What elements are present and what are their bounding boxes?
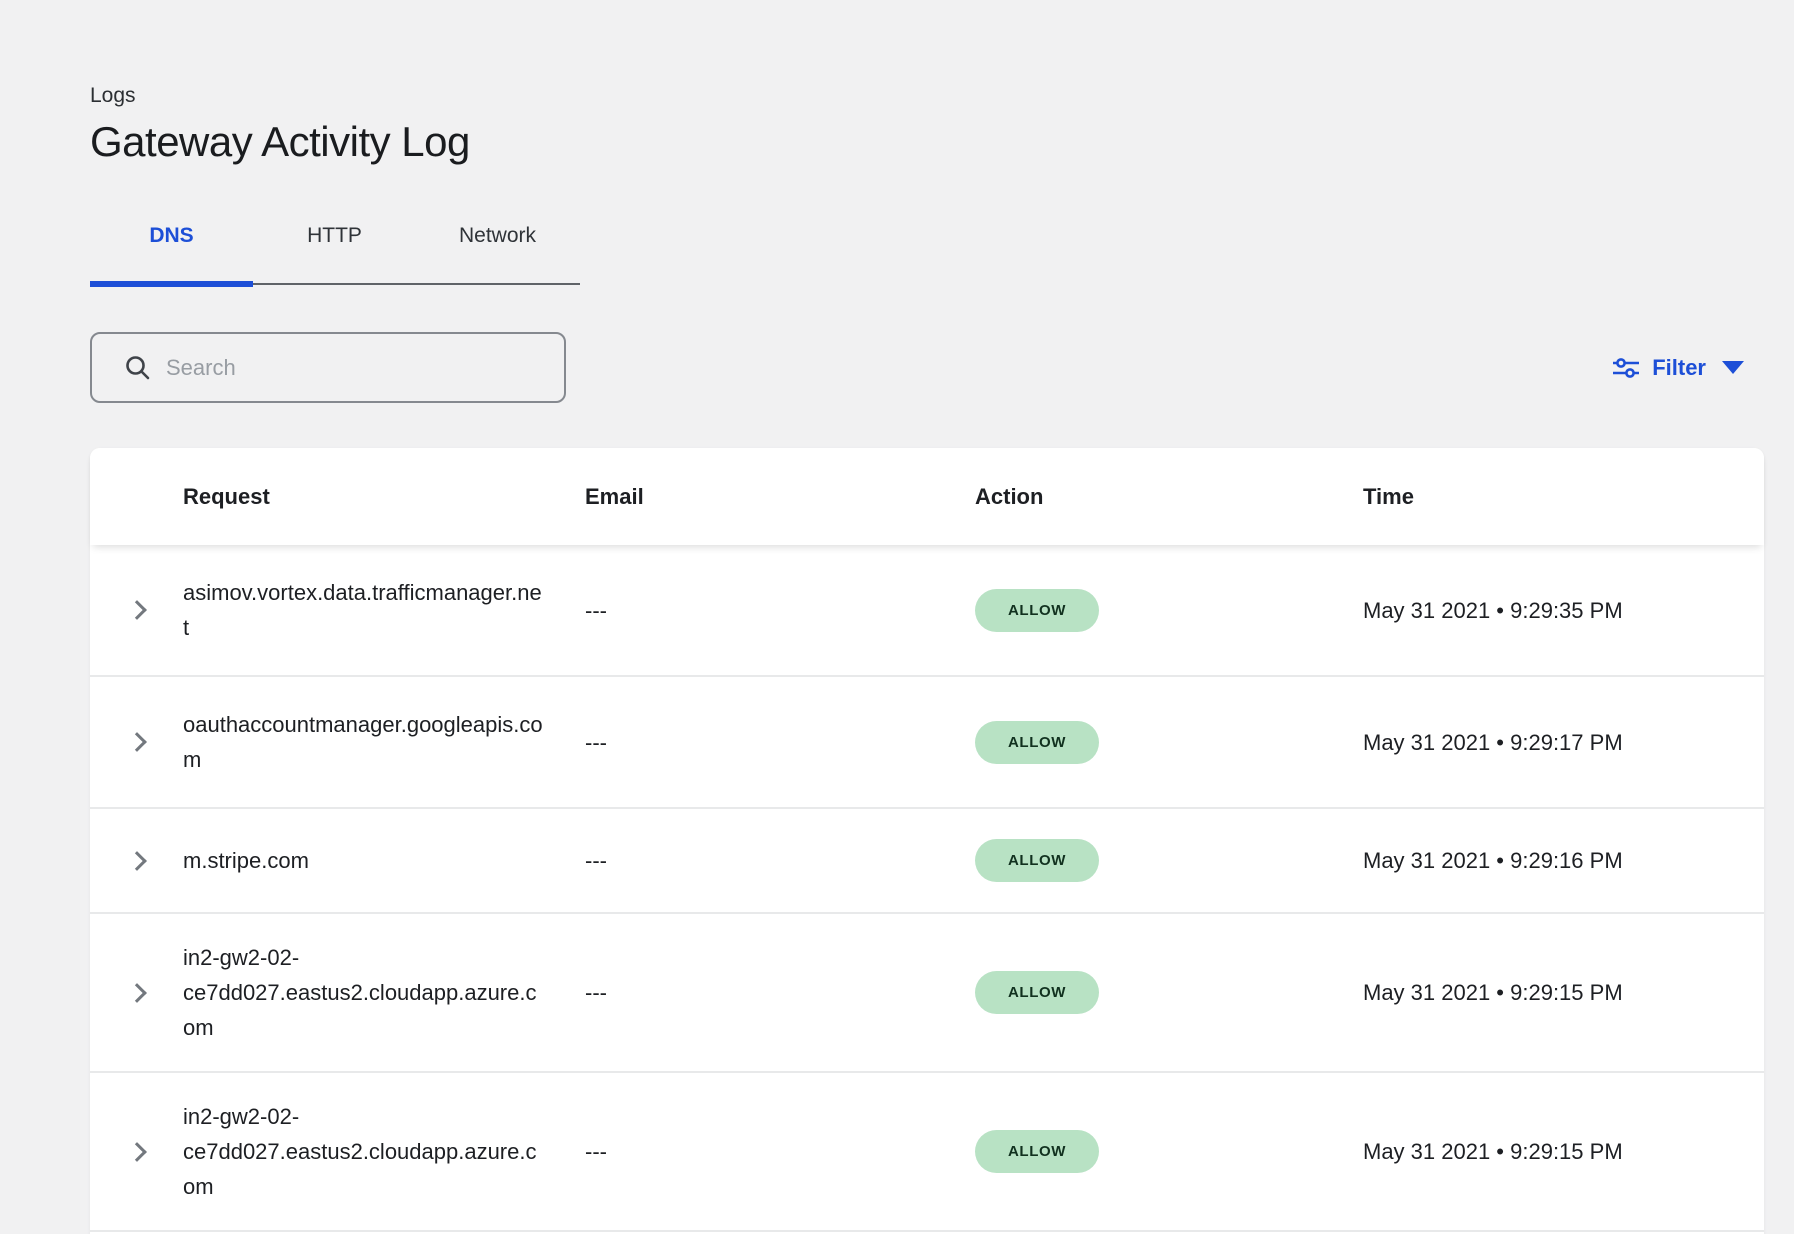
chevron-right-icon[interactable] [127,1142,147,1162]
action-cell: ALLOW [975,589,1363,632]
chevron-right-icon[interactable] [127,600,147,620]
email-cell: --- [585,1134,975,1169]
table-header: Request Email Action Time [90,448,1764,545]
expand-cell [90,986,183,1000]
request-domain: m.stripe.com [183,843,309,878]
caret-down-icon [1722,361,1744,374]
expand-cell [90,854,183,868]
email-cell: --- [585,593,975,628]
table-row[interactable]: in2-gw2-02-ce7dd027.eastus2.cloudapp.azu… [90,1073,1764,1232]
column-header-action: Action [975,479,1363,514]
tab-http-label: HTTP [307,224,362,248]
email-value: --- [585,1139,607,1164]
request-domain: asimov.vortex.data.trafficmanager.net [183,575,543,645]
time-cell: May 31 2021 • 9:29:35 PM [1363,593,1764,628]
tab-dns-label: DNS [149,224,193,248]
tab-network[interactable]: Network [416,188,579,283]
time-cell: May 31 2021 • 9:29:15 PM [1363,975,1764,1010]
chevron-right-icon[interactable] [127,851,147,871]
filter-label: Filter [1652,355,1706,381]
tab-network-label: Network [459,224,536,248]
email-cell: --- [585,725,975,760]
expand-cell [90,735,183,749]
request-cell: asimov.vortex.data.trafficmanager.net [183,575,585,645]
action-badge: ALLOW [975,721,1099,764]
search-box[interactable] [90,332,566,403]
expand-cell [90,603,183,617]
request-cell: in2-gw2-02-ce7dd027.eastus2.cloudapp.azu… [183,1099,585,1204]
time-cell: May 31 2021 • 9:29:17 PM [1363,725,1764,760]
time-value: May 31 2021 • 9:29:16 PM [1363,848,1623,873]
request-domain: in2-gw2-02-ce7dd027.eastus2.cloudapp.azu… [183,1099,543,1204]
table-row[interactable]: oauthaccountmanager.googleapis.com --- A… [90,677,1764,809]
email-value: --- [585,848,607,873]
expand-cell [90,1145,183,1159]
action-cell: ALLOW [975,721,1363,764]
tab-http[interactable]: HTTP [253,188,416,283]
column-header-time: Time [1363,479,1764,514]
action-badge: ALLOW [975,971,1099,1014]
email-value: --- [585,980,607,1005]
search-icon [124,354,152,382]
activity-table: Request Email Action Time asimov.vortex.… [90,448,1764,1234]
email-value: --- [585,598,607,623]
email-cell: --- [585,843,975,878]
table-row[interactable]: in2-gw2-02-ce7dd027.eastus2.cloudapp.azu… [90,914,1764,1073]
request-domain: in2-gw2-02-ce7dd027.eastus2.cloudapp.azu… [183,940,543,1045]
time-value: May 31 2021 • 9:29:15 PM [1363,980,1623,1005]
action-badge: ALLOW [975,1130,1099,1173]
sliders-icon [1612,355,1640,381]
time-cell: May 31 2021 • 9:29:16 PM [1363,843,1764,878]
time-value: May 31 2021 • 9:29:35 PM [1363,598,1623,623]
email-cell: --- [585,975,975,1010]
table-row[interactable]: m.stripe.com --- ALLOW May 31 2021 • 9:2… [90,809,1764,914]
action-cell: ALLOW [975,971,1363,1014]
action-cell: ALLOW [975,1130,1363,1173]
tab-dns[interactable]: DNS [90,188,253,283]
time-value: May 31 2021 • 9:29:17 PM [1363,730,1623,755]
tab-bar: DNS HTTP Network [90,188,580,285]
time-cell: May 31 2021 • 9:29:15 PM [1363,1134,1764,1169]
column-header-email: Email [585,479,975,514]
breadcrumb: Logs [90,0,1764,108]
request-cell: in2-gw2-02-ce7dd027.eastus2.cloudapp.azu… [183,940,585,1045]
email-value: --- [585,730,607,755]
action-badge: ALLOW [975,839,1099,882]
action-badge: ALLOW [975,589,1099,632]
request-domain: oauthaccountmanager.googleapis.com [183,707,543,777]
toolbar: Filter [90,332,1764,403]
page-title: Gateway Activity Log [90,118,1764,166]
chevron-right-icon[interactable] [127,983,147,1003]
chevron-right-icon[interactable] [127,732,147,752]
filter-button[interactable]: Filter [1612,355,1744,381]
table-row[interactable]: asimov.vortex.data.trafficmanager.net --… [90,545,1764,677]
page-content: Logs Gateway Activity Log DNS HTTP Netwo… [90,0,1764,1234]
time-value: May 31 2021 • 9:29:15 PM [1363,1139,1623,1164]
table-body: asimov.vortex.data.trafficmanager.net --… [90,545,1764,1232]
request-cell: oauthaccountmanager.googleapis.com [183,707,585,777]
column-header-request: Request [183,479,585,514]
search-input[interactable] [166,355,546,381]
request-cell: m.stripe.com [183,843,585,878]
action-cell: ALLOW [975,839,1363,882]
